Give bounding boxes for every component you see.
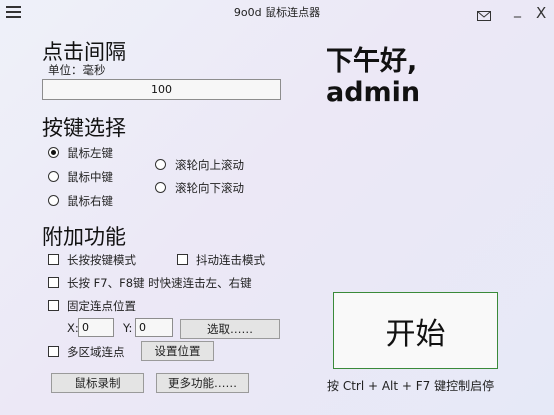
pick-position-button[interactable]: 选取…… [180, 319, 280, 339]
f7-f8-label: 长按 F7、F8键 时快速连击左、右键 [67, 276, 252, 290]
set-position-button[interactable]: 设置位置 [141, 341, 214, 361]
more-features-button[interactable]: 更多功能…… [156, 373, 249, 393]
radio-scroll-down[interactable] [155, 182, 166, 193]
close-button[interactable]: X [536, 4, 546, 22]
radio-scroll-up-label: 滚轮向上滚动 [175, 158, 244, 172]
interval-input[interactable]: 100 [42, 79, 281, 100]
long-press-label: 长按按键模式 [67, 253, 136, 267]
keys-heading: 按键选择 [42, 116, 126, 140]
radio-middle-button[interactable] [48, 171, 59, 182]
radio-right-label: 鼠标右键 [67, 194, 113, 208]
radio-right-button[interactable] [48, 195, 59, 206]
radio-scroll-up[interactable] [155, 159, 166, 170]
interval-unit-label: 单位：毫秒 [48, 63, 106, 77]
f7-f8-checkbox[interactable] [48, 277, 59, 288]
y-label: Y: [123, 321, 133, 335]
start-button[interactable]: 开始 [333, 292, 498, 369]
y-input[interactable]: 0 [135, 318, 173, 337]
mail-icon[interactable] [477, 6, 491, 21]
radio-left-label: 鼠标左键 [67, 146, 113, 160]
greeting-line1: 下午好, [326, 46, 418, 77]
multi-area-checkbox[interactable] [48, 346, 59, 357]
fixed-position-label: 固定连点位置 [67, 299, 136, 313]
radio-left-button[interactable] [48, 147, 59, 158]
long-press-checkbox[interactable] [48, 254, 59, 265]
window-title: 9o0d 鼠标连点器 [233, 6, 321, 19]
jitter-label: 抖动连击模式 [196, 253, 265, 267]
hotkey-hint: 按 Ctrl + Alt + F7 键控制启停 [327, 379, 495, 393]
multi-area-label: 多区域连点 [67, 345, 125, 359]
radio-middle-label: 鼠标中键 [67, 170, 113, 184]
jitter-checkbox[interactable] [177, 254, 188, 265]
x-input[interactable]: 0 [78, 318, 114, 337]
greeting-username: admin [326, 77, 421, 108]
minimize-button[interactable]: _ [514, 2, 521, 18]
x-label: X: [67, 321, 79, 335]
fixed-position-checkbox[interactable] [48, 300, 59, 311]
greeting: 下午好, admin [326, 46, 420, 108]
extra-heading: 附加功能 [42, 225, 126, 249]
radio-scroll-down-label: 滚轮向下滚动 [175, 181, 244, 195]
mouse-record-button[interactable]: 鼠标录制 [51, 373, 144, 393]
